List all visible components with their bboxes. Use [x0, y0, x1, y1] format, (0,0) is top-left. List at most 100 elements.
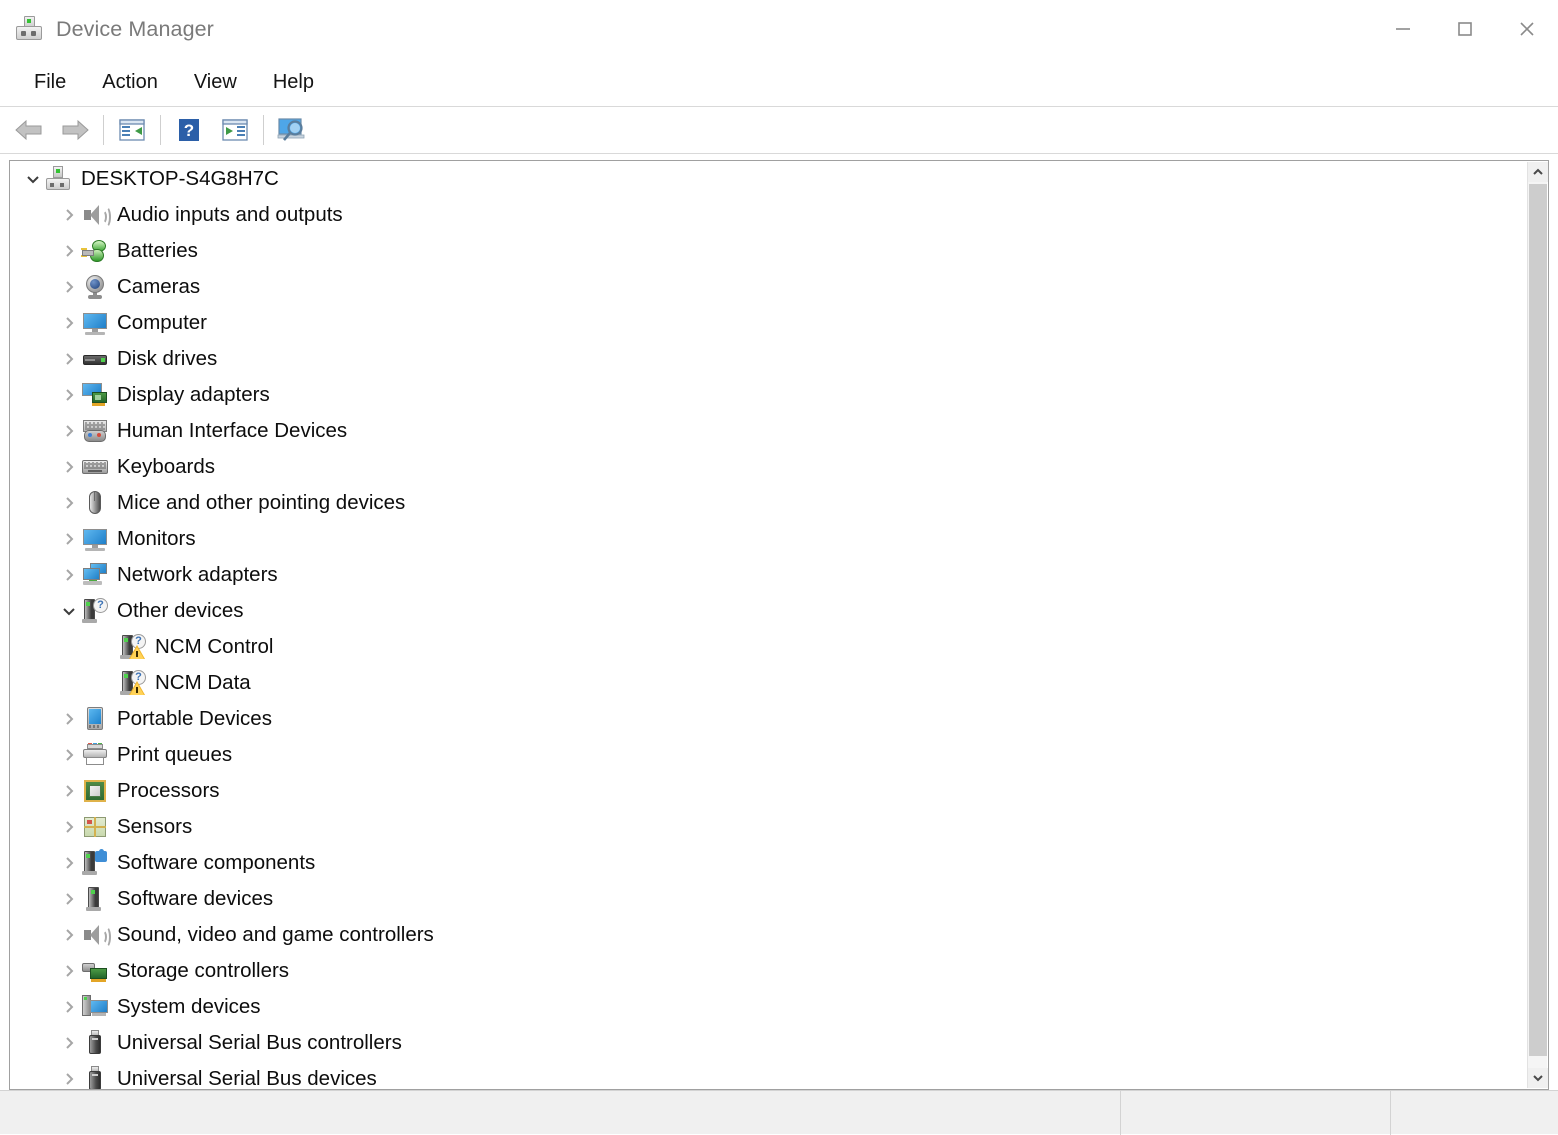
usb-icon — [82, 1066, 108, 1089]
maximize-button[interactable] — [1434, 0, 1496, 58]
chevron-right-icon[interactable] — [56, 881, 82, 917]
tree-node-label: Audio inputs and outputs — [117, 205, 343, 226]
help-button[interactable]: ? — [166, 110, 212, 150]
scroll-down-arrow[interactable] — [1528, 1068, 1548, 1088]
storage-controller-icon — [82, 958, 108, 984]
tree-node-label: Storage controllers — [117, 961, 289, 982]
tree-row-human-interface-devices[interactable]: Human Interface Devices — [10, 413, 1528, 449]
tree-row-cameras[interactable]: Cameras — [10, 269, 1528, 305]
chevron-right-icon[interactable] — [56, 197, 82, 233]
warning-device-icon: ? — [120, 670, 146, 696]
tree-row-network-adapters[interactable]: Network adapters — [10, 557, 1528, 593]
chevron-right-icon[interactable] — [56, 845, 82, 881]
tree-row-mice-and-other-pointing-devices[interactable]: Mice and other pointing devices — [10, 485, 1528, 521]
tree-node-label: System devices — [117, 997, 261, 1018]
status-pane-three — [1390, 1091, 1558, 1135]
chevron-right-icon[interactable] — [56, 413, 82, 449]
tree-row-ncm-control[interactable]: ? NCM Control — [10, 629, 1528, 665]
tree-node-label: Keyboards — [117, 457, 215, 478]
scan-monitor-icon — [276, 116, 308, 144]
vertical-scrollbar[interactable] — [1527, 162, 1547, 1088]
tree-row-ncm-data[interactable]: ? NCM Data — [10, 665, 1528, 701]
tree-row-audio-inputs-and-outputs[interactable]: Audio inputs and outputs — [10, 197, 1528, 233]
chevron-right-icon[interactable] — [56, 233, 82, 269]
chevron-right-icon[interactable] — [56, 989, 82, 1025]
status-pane-two — [1120, 1091, 1390, 1135]
chevron-right-icon[interactable] — [56, 1061, 82, 1089]
forward-arrow-icon — [60, 117, 90, 143]
tree-node-label: Disk drives — [117, 349, 217, 370]
chevron-right-icon[interactable] — [56, 701, 82, 737]
tree-row-processors[interactable]: Processors — [10, 773, 1528, 809]
chevron-right-icon[interactable] — [56, 737, 82, 773]
tree-row-batteries[interactable]: Batteries — [10, 233, 1528, 269]
chevron-right-icon[interactable] — [56, 485, 82, 521]
tree-row-storage-controllers[interactable]: Storage controllers — [10, 953, 1528, 989]
tree-node-label: Sound, video and game controllers — [117, 925, 434, 946]
chevron-down-icon[interactable] — [56, 593, 82, 629]
chevron-right-icon[interactable] — [56, 917, 82, 953]
tree-row-software-components[interactable]: Software components — [10, 845, 1528, 881]
tree-row-portable-devices[interactable]: Portable Devices — [10, 701, 1528, 737]
status-pane-main — [0, 1091, 1120, 1135]
tree-node-label: Human Interface Devices — [117, 421, 347, 442]
back-button[interactable] — [6, 110, 52, 150]
tree-node-label: Monitors — [117, 529, 196, 550]
device-tree-pane: DESKTOP-S4G8H7C Audio inputs and outputs… — [9, 160, 1549, 1090]
chevron-right-icon[interactable] — [56, 809, 82, 845]
toolbar-separator-1 — [103, 115, 104, 145]
menu-item-help[interactable]: Help — [257, 67, 330, 98]
tree-row-other-devices[interactable]: ? Other devices — [10, 593, 1528, 629]
scrollbar-thumb[interactable] — [1529, 184, 1547, 1056]
update-driver-button[interactable] — [212, 110, 258, 150]
tree-row-universal-serial-bus-controllers[interactable]: Universal Serial Bus controllers — [10, 1025, 1528, 1061]
chevron-right-icon[interactable] — [56, 269, 82, 305]
battery-icon — [82, 238, 108, 264]
chevron-down-icon[interactable] — [20, 161, 46, 197]
menu-item-action[interactable]: Action — [86, 67, 174, 98]
menu-item-view[interactable]: View — [178, 67, 253, 98]
tree-row-universal-serial-bus-devices[interactable]: Universal Serial Bus devices — [10, 1061, 1528, 1089]
close-button[interactable] — [1496, 0, 1558, 58]
chevron-right-icon[interactable] — [56, 521, 82, 557]
tree-node-label: Computer — [117, 313, 207, 334]
status-bar — [0, 1090, 1558, 1134]
scan-hardware-changes-button[interactable] — [269, 110, 315, 150]
window-controls — [1372, 0, 1558, 58]
tree-row-display-adapters[interactable]: Display adapters — [10, 377, 1528, 413]
unknown-device-icon: ? — [82, 598, 108, 624]
scroll-up-arrow[interactable] — [1528, 162, 1548, 182]
speaker-icon — [82, 922, 108, 948]
camera-icon — [82, 274, 108, 300]
tree-row-system-devices[interactable]: System devices — [10, 989, 1528, 1025]
menu-item-file[interactable]: File — [18, 67, 82, 98]
tree-row-sensors[interactable]: Sensors — [10, 809, 1528, 845]
back-arrow-icon — [14, 117, 44, 143]
chevron-right-icon[interactable] — [56, 557, 82, 593]
forward-button[interactable] — [52, 110, 98, 150]
tree-row-software-devices[interactable]: Software devices — [10, 881, 1528, 917]
tree-row-sound-video-and-game-controllers[interactable]: Sound, video and game controllers — [10, 917, 1528, 953]
tree-node-label: Software devices — [117, 889, 273, 910]
tree-row-disk-drives[interactable]: Disk drives — [10, 341, 1528, 377]
chevron-right-icon[interactable] — [56, 773, 82, 809]
chevron-right-icon[interactable] — [56, 953, 82, 989]
chevron-right-icon[interactable] — [56, 377, 82, 413]
tree-row-monitors[interactable]: Monitors — [10, 521, 1528, 557]
display-adapter-icon — [82, 382, 108, 408]
chevron-right-icon[interactable] — [56, 449, 82, 485]
tree-node-label: Software components — [117, 853, 315, 874]
device-manager-icon — [16, 16, 42, 42]
printer-icon — [82, 742, 108, 768]
chevron-right-icon[interactable] — [56, 305, 82, 341]
svg-text:?: ? — [184, 121, 194, 140]
tree-row-print-queues[interactable]: Print queues — [10, 737, 1528, 773]
chevron-right-icon[interactable] — [56, 341, 82, 377]
minimize-button[interactable] — [1372, 0, 1434, 58]
tree-row-root[interactable]: DESKTOP-S4G8H7C — [10, 161, 1528, 197]
properties-button[interactable] — [109, 110, 155, 150]
chevron-right-icon[interactable] — [56, 1025, 82, 1061]
title-bar: Device Manager — [0, 0, 1558, 58]
tree-row-keyboards[interactable]: Keyboards — [10, 449, 1528, 485]
tree-row-computer[interactable]: Computer — [10, 305, 1528, 341]
